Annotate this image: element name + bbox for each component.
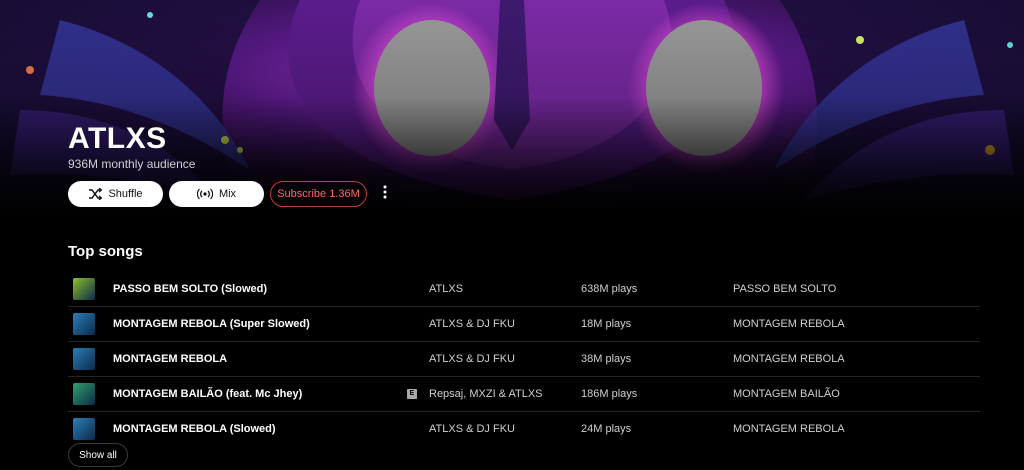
artist-name: ATLXS (68, 122, 167, 155)
song-artist[interactable]: Repsaj, MXZI & ATLXS (429, 388, 543, 400)
artist-actions: Shuffle Mix Subscribe 1.36M (68, 181, 395, 207)
song-artist[interactable]: ATLXS (429, 283, 463, 295)
mix-label: Mix (218, 188, 237, 200)
song-row[interactable]: PASSO BEM SOLTO (Slowed) ATLXS 638M plays P… (68, 272, 980, 307)
subscribe-button[interactable]: Subscribe 1.36M (270, 181, 367, 207)
song-plays: 638M plays (581, 283, 638, 295)
shuffle-button[interactable]: Shuffle (68, 181, 163, 207)
song-title[interactable]: MONTAGEM BAILÃO (feat. Mc Jhey) (113, 388, 302, 400)
top-songs-heading: Top songs (68, 243, 143, 260)
song-plays: 38M plays (581, 353, 632, 365)
song-album[interactable]: MONTAGEM REBOLA (733, 353, 845, 365)
song-title[interactable]: PASSO BEM SOLTO (Slowed) (113, 283, 267, 295)
shuffle-label: Shuffle (108, 188, 143, 200)
song-album[interactable]: MONTAGEM REBOLA (733, 423, 845, 435)
song-plays: 186M plays (581, 388, 638, 400)
song-thumbnail[interactable] (73, 313, 95, 335)
song-plays: 24M plays (581, 423, 632, 435)
song-title[interactable]: MONTAGEM REBOLA (113, 353, 227, 365)
song-thumbnail[interactable] (73, 348, 95, 370)
explicit-badge: E (407, 389, 417, 399)
song-artist[interactable]: ATLXS & DJ FKU (429, 353, 515, 365)
more-vert-icon (383, 185, 387, 204)
song-title[interactable]: MONTAGEM REBOLA (Super Slowed) (113, 318, 310, 330)
song-album[interactable]: MONTAGEM REBOLA (733, 318, 845, 330)
song-album[interactable]: PASSO BEM SOLTO (733, 283, 836, 295)
song-title[interactable]: MONTAGEM REBOLA (Slowed) (113, 423, 276, 435)
song-row[interactable]: MONTAGEM BAILÃO (feat. Mc Jhey) E Repsaj, … (68, 377, 980, 412)
song-album[interactable]: MONTAGEM BAILÃO (733, 388, 840, 400)
song-artist[interactable]: ATLXS & DJ FKU (429, 318, 515, 330)
song-artist[interactable]: ATLXS & DJ FKU (429, 423, 515, 435)
song-row[interactable]: MONTAGEM REBOLA (Slowed) ATLXS & DJ FKU 24… (68, 412, 980, 446)
song-thumbnail[interactable] (73, 278, 95, 300)
radio-icon (196, 188, 213, 200)
song-thumbnail[interactable] (73, 418, 95, 440)
show-all-button[interactable]: Show all (68, 443, 128, 467)
song-thumbnail[interactable] (73, 383, 95, 405)
song-row[interactable]: MONTAGEM REBOLA ATLXS & DJ FKU 38M plays MO… (68, 342, 980, 377)
song-row[interactable]: MONTAGEM REBOLA (Super Slowed) ATLXS & DJ… (68, 307, 980, 342)
top-songs-list: PASSO BEM SOLTO (Slowed) ATLXS 638M plays P… (68, 272, 980, 446)
shuffle-icon (88, 188, 103, 200)
song-plays: 18M plays (581, 318, 632, 330)
more-options-button[interactable] (375, 181, 395, 207)
mix-button[interactable]: Mix (169, 181, 264, 207)
monthly-audience: 936M monthly audience (68, 157, 196, 171)
